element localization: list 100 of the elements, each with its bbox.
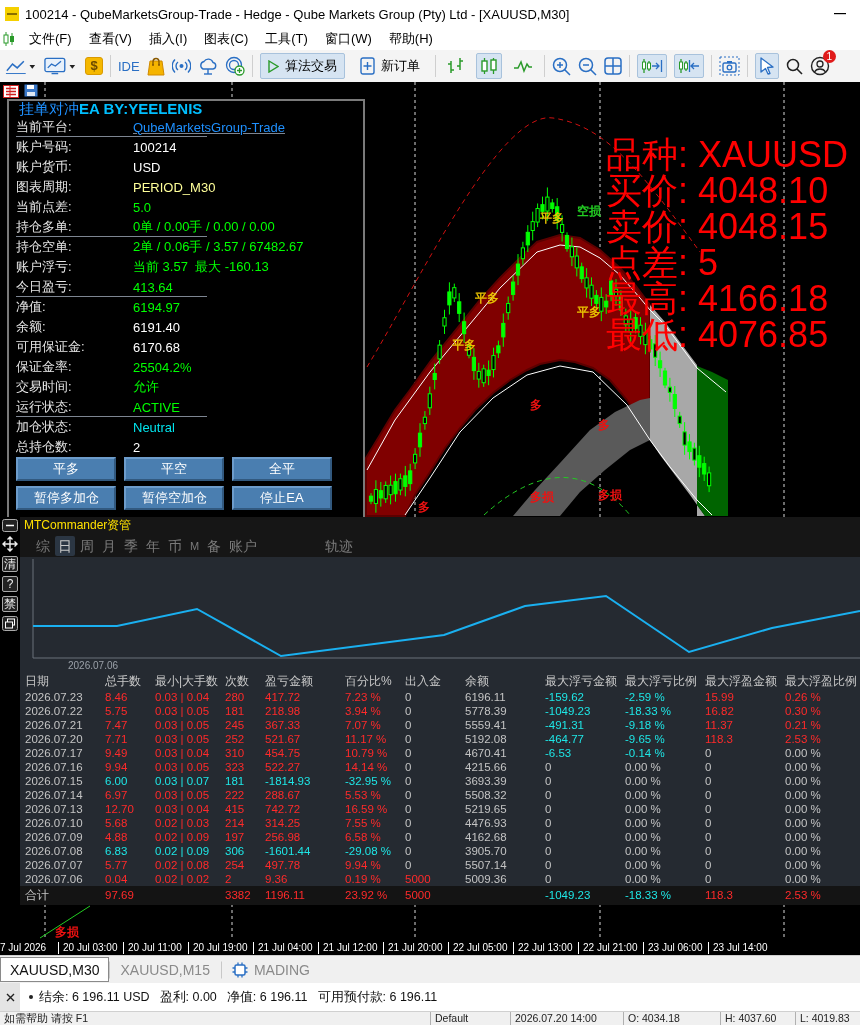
list-icon[interactable] [3, 85, 19, 98]
field-value: 0单 / 0.00手 / 0.00 / 0.00 [133, 218, 275, 236]
table-cell-text: 6.97 [105, 788, 129, 802]
field-label: 总持仓数: [16, 438, 73, 456]
chart-tab[interactable]: XAUUSD,M15 [109, 960, 221, 979]
table-cell-text: 0.00 % [785, 830, 822, 844]
table-cell-text: -1049.23 [545, 889, 592, 902]
info-value: 5 [698, 245, 719, 281]
panel-button[interactable]: 平空 [124, 457, 224, 481]
new-order-button[interactable]: 新订单 [351, 53, 428, 79]
period-tab[interactable]: 周 [77, 535, 97, 556]
table-cell-text: 256.98 [265, 830, 302, 844]
market-button[interactable]: $ [85, 57, 103, 75]
search-icon[interactable] [785, 57, 803, 75]
table-cell-text: 5507.14 [465, 858, 508, 872]
table-cell-text: 415 [225, 802, 246, 816]
side-tool-button[interactable]: 禁 [2, 596, 18, 612]
period-tab[interactable]: 季 [121, 535, 141, 556]
table-cell-text: 0 [405, 788, 413, 802]
menu-item[interactable]: 插入(I) [140, 29, 197, 49]
panel-button[interactable]: 平多 [16, 457, 116, 481]
restore-window-icon[interactable] [2, 616, 18, 631]
ohlc-bars-icon [446, 57, 465, 75]
menu-item[interactable]: 查看(V) [80, 29, 141, 49]
move-icon[interactable] [2, 536, 18, 552]
close-icon[interactable] [5, 992, 15, 1002]
table-cell-text: 0 [545, 774, 553, 788]
menu-item[interactable]: 文件(F) [21, 29, 81, 49]
column-header: 百分比% [345, 673, 393, 690]
side-tool-button[interactable]: ? [2, 576, 18, 592]
period-tab[interactable]: 综 [33, 535, 53, 556]
period-tab[interactable]: 轨迹 [322, 535, 357, 556]
table-cell-text: 97.69 [105, 889, 135, 902]
field-value: 6170.68 [133, 339, 180, 355]
candlestick-button[interactable] [475, 53, 502, 79]
grid-icon[interactable] [603, 57, 622, 75]
table-cell-text: 2026.07.23 [25, 690, 84, 704]
period-tab[interactable]: 年 [143, 535, 163, 556]
field-label: 持仓空单: [16, 238, 73, 256]
chart-tab[interactable]: XAUUSD,M30 [0, 957, 110, 982]
table-cell-text: 288.67 [265, 788, 302, 802]
chip-icon [231, 961, 248, 978]
column-header: 最小|大手数 [155, 673, 220, 690]
table-cell-text: 0 [405, 830, 413, 844]
chart-window-dropdown-icon[interactable] [44, 56, 78, 76]
table-cell-text: 5.68 [105, 816, 129, 830]
status-text: 如需帮助 请按 F1 [3, 1012, 90, 1025]
table-cell-text: 0 [705, 858, 713, 872]
table-cell-text: 0.03 | 0.05 [155, 788, 211, 802]
table-cell-text: 0.00 % [785, 760, 822, 774]
side-tool-button[interactable]: 清 [2, 556, 18, 572]
time-axis-label: 7 Jul 2026 [0, 941, 48, 954]
status-text: L: 4019.83 [795, 1012, 850, 1025]
menu-item[interactable]: 图表(C) [196, 29, 258, 49]
panel-button[interactable]: 全平 [232, 457, 332, 481]
zoom-in-icon[interactable] [551, 56, 571, 76]
period-tab[interactable]: 月 [99, 535, 119, 556]
period-tab[interactable]: 账户 [226, 535, 261, 556]
table-cell-text: 0.19 % [345, 872, 382, 886]
period-tab[interactable]: 币 [165, 535, 185, 556]
field-label: 加仓状态: [16, 418, 73, 436]
ide-button[interactable]: IDE [118, 58, 140, 74]
panel-button[interactable]: 暂停空加仓 [124, 486, 224, 510]
menu-item[interactable]: 窗口(W) [316, 29, 381, 49]
bullet-icon [29, 995, 33, 999]
table-cell-text: 2026.07.17 [25, 746, 84, 760]
zoom-out-icon[interactable] [577, 56, 597, 76]
shopping-bag-icon[interactable] [146, 56, 165, 76]
table-cell-text: 0.00 % [625, 802, 662, 816]
cursor-button[interactable] [754, 53, 779, 79]
table-cell-text: 118.3 [705, 889, 734, 902]
axis-label: 2026.07.06 [68, 660, 120, 672]
signal-icon[interactable] [171, 58, 191, 74]
menu-item[interactable]: 工具(T) [257, 29, 317, 49]
table-cell-text: 0.03 | 0.05 [155, 760, 211, 774]
panel-button[interactable]: 停止EA [232, 486, 332, 510]
auto-scroll-button[interactable] [636, 54, 667, 78]
table-cell-text: 4476.93 [465, 816, 508, 830]
algo-trading-button[interactable]: 算法交易 [259, 53, 345, 79]
table-cell-text: 0.03 | 0.05 [155, 732, 211, 746]
minimize-icon[interactable] [834, 13, 846, 15]
cloud-icon[interactable] [197, 57, 218, 75]
table-cell-text: 0 [545, 760, 553, 774]
target-plus-icon[interactable] [224, 56, 245, 76]
panel-button[interactable]: 暂停多加仓 [16, 486, 116, 510]
table-cell-text: -1601.44 [265, 844, 312, 858]
table-cell-text: 0.00 % [785, 844, 822, 858]
period-tab[interactable]: M [187, 535, 203, 556]
table-cell-text: -6.53 [545, 746, 573, 760]
chart-tab[interactable]: MADING [220, 960, 321, 979]
menu-item[interactable]: 帮助(H) [380, 29, 442, 49]
table-cell-text: 0.02 | 0.08 [155, 858, 211, 872]
period-tab[interactable]: 备 [204, 535, 225, 556]
screenshot-icon[interactable] [718, 56, 740, 76]
minimize-icon[interactable] [2, 519, 18, 532]
chart-shift-button[interactable] [673, 54, 704, 78]
table-cell-text: 5000 [405, 872, 432, 886]
period-tab[interactable]: 日 [55, 535, 75, 556]
save-icon[interactable] [24, 84, 38, 97]
table-cell-text: 11.37 [705, 718, 734, 732]
